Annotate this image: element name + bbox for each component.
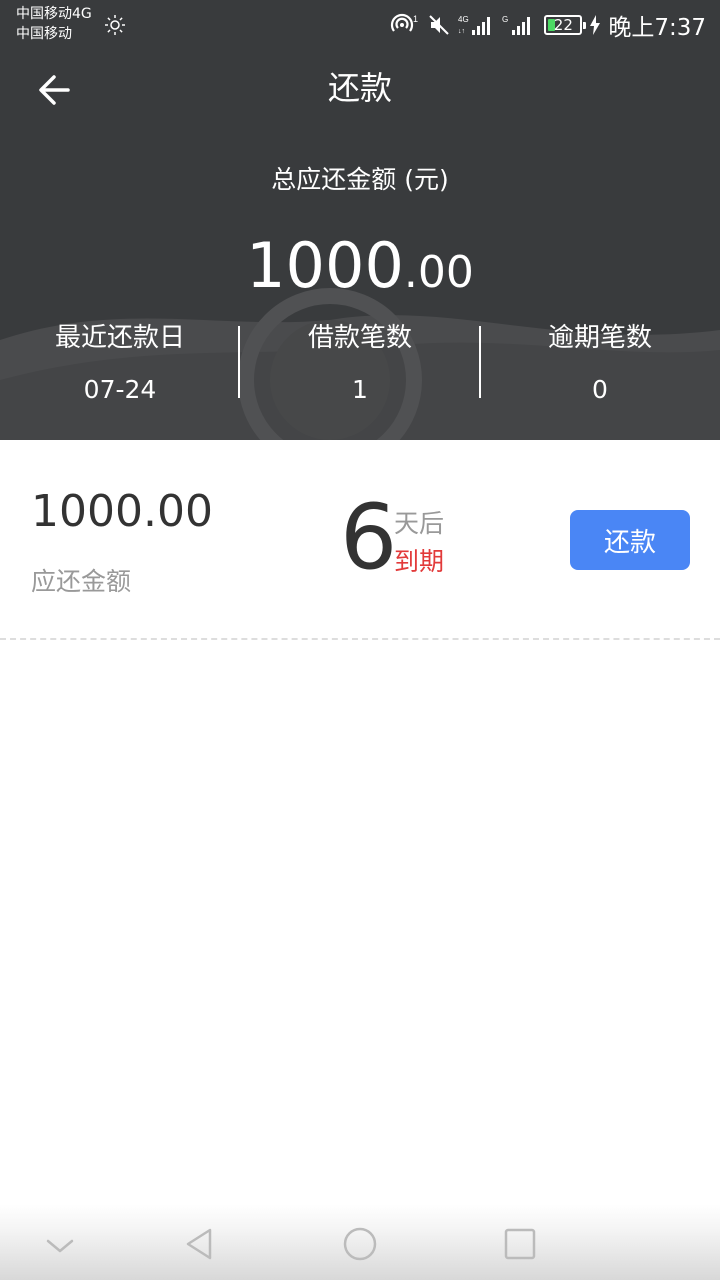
total-amount-decimal: .00	[403, 247, 474, 298]
hide-nav-chevron-icon[interactable]	[40, 1224, 80, 1264]
svg-text:4G: 4G	[458, 15, 469, 24]
stat-label: 逾期笔数	[547, 323, 652, 353]
signal-g-icon: G	[502, 15, 531, 35]
status-icons: 1 4G ↓↑ G 22 晚上7:37	[390, 8, 706, 42]
summary-header: 中国移动4G 中国移动 1 4G ↓↑ G 22 晚上7:37 还款 总应还金额…	[0, 0, 720, 440]
due-label: 到期	[394, 547, 445, 576]
stat-label: 最近还款日	[54, 323, 185, 353]
status-time: 晚上7:37	[608, 15, 706, 41]
dashed-divider	[0, 638, 720, 640]
total-amount-label: 总应还金额 (元)	[271, 165, 449, 194]
back-triangle-icon[interactable]	[180, 1224, 220, 1264]
loan-item: 1000.00 应还金额 6 天后 到期 还款	[0, 440, 720, 640]
stat-label: 借款笔数	[307, 323, 412, 353]
brightness-icon	[105, 15, 125, 35]
mute-icon	[429, 15, 450, 35]
svg-text:1: 1	[413, 14, 418, 24]
battery-level: 22	[553, 16, 573, 34]
battery-icon: 22	[544, 15, 587, 35]
stat-value: 07-24	[83, 375, 157, 404]
carrier-info: 中国移动4G 中国移动	[16, 4, 92, 44]
signal-4g-icon: 4G ↓↑	[458, 15, 491, 35]
home-circle-icon[interactable]	[340, 1224, 380, 1264]
stat-value: 1	[352, 375, 368, 404]
total-amount: 1000.00	[0, 226, 720, 322]
stat-overdue-count: 逾期笔数 0	[480, 316, 720, 412]
repay-button[interactable]: 还款	[570, 510, 690, 570]
hotspot-icon: 1	[391, 13, 418, 32]
recents-square-icon[interactable]	[500, 1224, 540, 1264]
stat-loan-count: 借款笔数 1	[240, 316, 480, 412]
summary-stats: 最近还款日 07-24 借款笔数 1 逾期笔数 0	[0, 316, 720, 412]
loan-amount: 1000.00	[31, 486, 213, 537]
days-suffix: 天后	[394, 509, 445, 538]
loan-amount-label: 应还金额	[31, 567, 132, 596]
system-nav-bar	[0, 1204, 720, 1280]
page-title: 还款	[327, 69, 392, 107]
stat-divider	[238, 326, 240, 398]
charging-icon	[590, 15, 601, 35]
stat-divider	[479, 326, 481, 398]
carrier-line-2: 中国移动	[16, 26, 72, 42]
svg-text:↓↑: ↓↑	[458, 28, 465, 35]
stat-value: 0	[592, 375, 608, 404]
svg-text:G: G	[502, 15, 508, 24]
total-amount-integer: 1000	[246, 229, 404, 302]
days-until-due: 6	[340, 485, 398, 590]
status-bar: 中国移动4G 中国移动 1 4G ↓↑ G 22 晚上7:37	[0, 0, 720, 50]
battery-cap	[583, 22, 587, 29]
carrier-line-1: 中国移动4G	[16, 6, 92, 22]
stat-recent-due-date: 最近还款日 07-24	[0, 316, 240, 412]
